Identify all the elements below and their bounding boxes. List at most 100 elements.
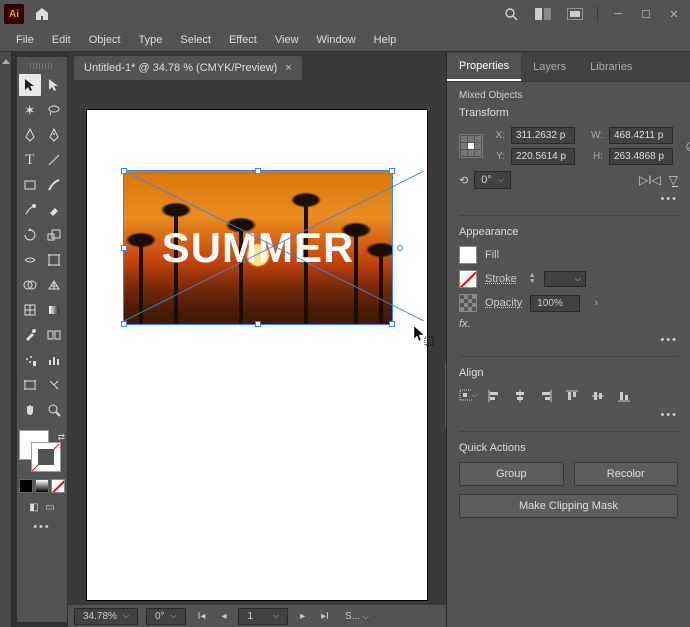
align-top-button[interactable] <box>563 387 581 405</box>
first-artboard-button[interactable]: I◂ <box>194 611 210 622</box>
magic-wand-tool[interactable]: ✶ <box>19 99 41 121</box>
curvature-tool[interactable] <box>44 124 66 146</box>
text-object[interactable]: SUMMER <box>162 224 355 272</box>
appearance-more-button[interactable]: ••• <box>459 334 678 346</box>
make-clipping-mask-button[interactable]: Make Clipping Mask <box>459 494 678 518</box>
zoom-tool[interactable] <box>44 399 66 421</box>
handle-ne[interactable] <box>389 168 395 174</box>
artboard-nav-field[interactable]: 1⌵ <box>238 608 288 625</box>
scale-tool[interactable] <box>44 224 66 246</box>
stroke-swatch[interactable] <box>31 442 61 472</box>
minimize-button[interactable]: ─ <box>606 5 630 23</box>
vertical-scrollbar-thumb[interactable] <box>445 360 446 430</box>
close-window-button[interactable]: ✕ <box>662 5 686 23</box>
stroke-weight-stepper[interactable]: ▲▼ <box>529 273 536 285</box>
tab-layers[interactable]: Layers <box>521 54 578 80</box>
slice-tool[interactable] <box>44 374 66 396</box>
edit-toolbar-button[interactable]: ••• <box>33 521 51 533</box>
eyedropper-tool[interactable] <box>19 324 41 346</box>
align-left-button[interactable] <box>485 387 503 405</box>
align-bottom-button[interactable] <box>615 387 633 405</box>
paintbrush-tool[interactable] <box>44 174 66 196</box>
color-mode-gradient[interactable] <box>35 479 49 493</box>
menu-object[interactable]: Object <box>81 31 129 49</box>
shape-builder-tool[interactable] <box>19 274 41 296</box>
artboard-name-dropdown[interactable]: S... ⌵ <box>345 611 369 622</box>
align-vcenter-button[interactable] <box>589 387 607 405</box>
blend-tool[interactable] <box>44 324 66 346</box>
align-more-button[interactable]: ••• <box>459 409 678 421</box>
opacity-flyout-button[interactable]: › <box>588 297 604 309</box>
screen-mode-button[interactable]: ▭ <box>43 500 57 514</box>
rectangle-tool[interactable] <box>19 174 41 196</box>
color-mode-none[interactable] <box>51 479 65 493</box>
handle-n[interactable] <box>255 168 261 174</box>
reference-point-widget[interactable] <box>459 134 483 158</box>
fill-stroke-swatches[interactable]: ⇄ <box>19 430 65 472</box>
artboard[interactable]: SUMMER <box>87 110 427 600</box>
align-right-button[interactable] <box>537 387 555 405</box>
y-input[interactable] <box>511 148 575 165</box>
draw-mode-button[interactable]: ◧ <box>27 500 41 514</box>
rotate-tool[interactable] <box>19 224 41 246</box>
direct-selection-tool[interactable] <box>44 74 66 96</box>
eraser-tool[interactable] <box>44 199 66 221</box>
pen-tool[interactable] <box>19 124 41 146</box>
flip-vertical-button[interactable]: ▽̲ <box>669 173 678 187</box>
flip-horizontal-button[interactable]: ▷I◁ <box>639 173 661 187</box>
rotate-view-field[interactable]: 0°⌵ <box>146 608 186 625</box>
menu-type[interactable]: Type <box>131 31 171 49</box>
recolor-button[interactable]: Recolor <box>574 462 679 486</box>
menu-effect[interactable]: Effect <box>221 31 265 49</box>
lasso-tool[interactable] <box>44 99 66 121</box>
handle-s[interactable] <box>255 321 261 327</box>
workspace-switcher-button[interactable] <box>561 2 589 26</box>
gradient-tool[interactable] <box>44 299 66 321</box>
panel-collapse-strip[interactable] <box>0 52 12 627</box>
menu-file[interactable]: File <box>8 31 42 49</box>
color-mode-solid[interactable] <box>19 479 33 493</box>
menu-select[interactable]: Select <box>172 31 219 49</box>
hand-tool[interactable] <box>19 399 41 421</box>
arrange-documents-button[interactable] <box>529 2 557 26</box>
fill-color-swatch[interactable] <box>459 246 477 264</box>
menu-window[interactable]: Window <box>309 31 364 49</box>
stroke-color-swatch[interactable] <box>459 270 477 288</box>
panel-grip[interactable] <box>30 63 54 69</box>
opacity-input[interactable]: 100% <box>530 295 580 312</box>
swap-fill-stroke-icon[interactable]: ⇄ <box>57 432 65 443</box>
prev-artboard-button[interactable]: ◂ <box>217 611 230 622</box>
constrain-proportions-icon[interactable]: ⊘ <box>685 138 690 155</box>
artboard-tool[interactable] <box>19 374 41 396</box>
last-artboard-button[interactable]: ▸I <box>317 611 333 622</box>
home-button[interactable] <box>30 2 54 26</box>
search-button[interactable] <box>497 2 525 26</box>
handle-w[interactable] <box>121 245 127 251</box>
maximize-button[interactable]: ☐ <box>634 5 658 23</box>
align-hcenter-button[interactable] <box>511 387 529 405</box>
x-input[interactable] <box>511 127 575 144</box>
tab-libraries[interactable]: Libraries <box>578 54 644 80</box>
next-artboard-button[interactable]: ▸ <box>296 611 309 622</box>
menu-help[interactable]: Help <box>366 31 405 49</box>
symbol-sprayer-tool[interactable] <box>19 349 41 371</box>
line-segment-tool[interactable] <box>44 149 66 171</box>
handle-se[interactable] <box>389 321 395 327</box>
free-transform-tool[interactable] <box>44 249 66 271</box>
type-tool[interactable]: T <box>19 149 41 171</box>
canvas-viewport[interactable]: SUMMER <box>68 80 446 605</box>
selection-bounding-box[interactable]: SUMMER <box>123 170 393 325</box>
stroke-weight-dropdown[interactable]: ⌵ <box>544 271 586 287</box>
transform-more-button[interactable]: ••• <box>459 193 678 205</box>
group-button[interactable]: Group <box>459 462 564 486</box>
zoom-field[interactable]: 34.78%⌵ <box>74 608 138 625</box>
perspective-grid-tool[interactable] <box>44 274 66 296</box>
align-to-button[interactable]: ⌵ <box>459 387 477 405</box>
rotation-dropdown[interactable]: 0°⌵ <box>474 171 511 189</box>
mesh-tool[interactable] <box>19 299 41 321</box>
fx-button[interactable]: fx. <box>459 318 678 330</box>
close-tab-button[interactable]: × <box>285 62 291 74</box>
menu-edit[interactable]: Edit <box>44 31 79 49</box>
menu-view[interactable]: View <box>267 31 307 49</box>
selection-tool[interactable] <box>19 74 41 96</box>
